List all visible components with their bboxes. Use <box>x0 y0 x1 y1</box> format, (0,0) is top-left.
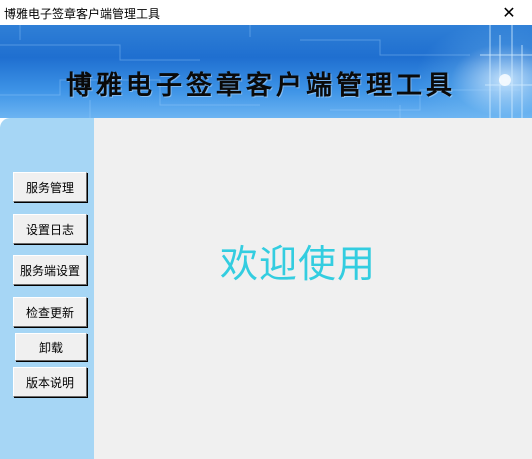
sidebar <box>0 118 94 459</box>
window-title: 博雅电子签章客户端管理工具 <box>4 7 161 21</box>
close-icon: ✕ <box>502 3 516 22</box>
close-button[interactable]: ✕ <box>486 0 532 25</box>
uninstall-button[interactable]: 卸载 <box>15 333 87 361</box>
app-window: 博雅电子签章客户端管理工具 ✕ 博雅电子签章客户端管理工具 服务管理 设置日志 … <box>0 0 532 459</box>
check-update-button[interactable]: 检查更新 <box>13 297 87 327</box>
server-settings-button[interactable]: 服务端设置 <box>13 255 87 285</box>
welcome-text: 欢迎使用 <box>220 242 377 286</box>
title-bar[interactable]: 博雅电子签章客户端管理工具 ✕ <box>0 0 532 25</box>
service-management-button[interactable]: 服务管理 <box>13 172 87 202</box>
log-settings-button[interactable]: 设置日志 <box>13 214 87 244</box>
version-notes-button[interactable]: 版本说明 <box>13 367 87 397</box>
banner-title: 博雅电子签章客户端管理工具 <box>66 71 457 101</box>
header-banner: 博雅电子签章客户端管理工具 <box>0 25 532 118</box>
